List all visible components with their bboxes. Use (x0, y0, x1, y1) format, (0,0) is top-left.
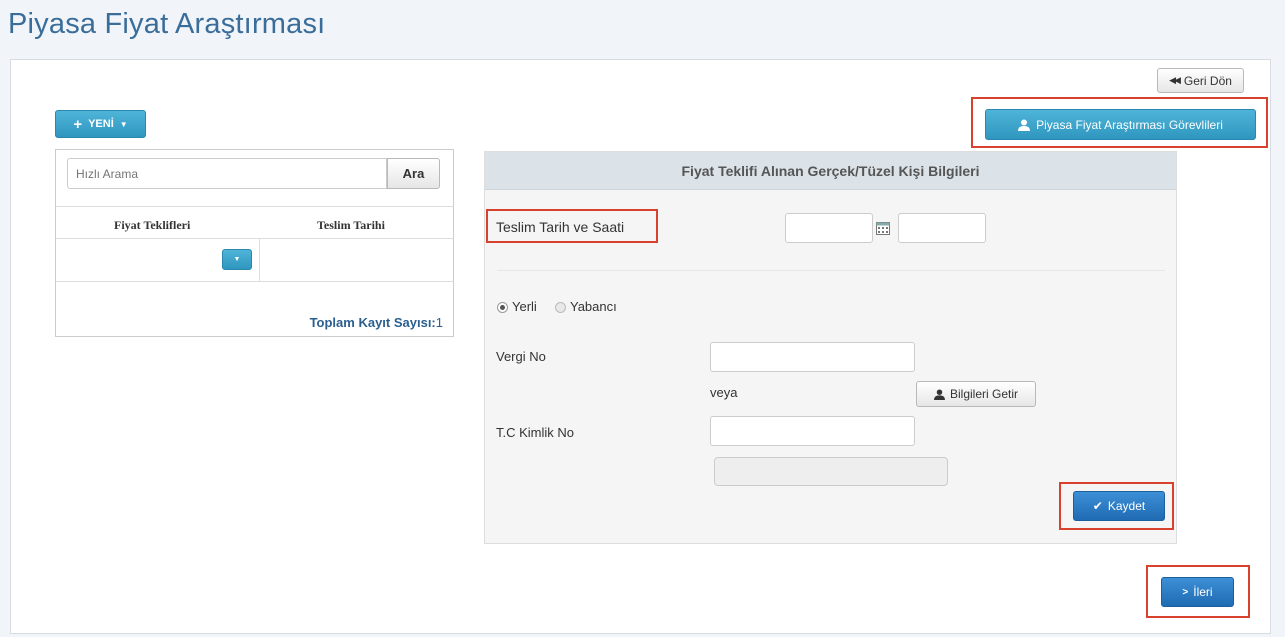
total-count-label: Toplam Kayıt Sayısı: (309, 315, 436, 330)
highlight-save (1059, 482, 1174, 530)
search-button-label: Ara (402, 166, 425, 181)
divider (56, 281, 453, 282)
total-count: Toplam Kayıt Sayısı:1 (310, 315, 443, 330)
tc-no-input[interactable] (710, 416, 915, 446)
delivery-date-input[interactable] (785, 213, 873, 243)
back-button[interactable]: ◀◀ Geri Dön (1157, 68, 1244, 93)
highlight-delivery-date (486, 209, 658, 243)
plus-icon: + (73, 115, 83, 133)
quote-list-panel: Ara Fiyat Teklifleri Teslim Tarihi ▼ Top… (55, 149, 454, 337)
calendar-icon[interactable] (876, 222, 890, 235)
highlight-staff (971, 97, 1268, 148)
search-input[interactable] (67, 158, 387, 189)
or-label: veya (710, 385, 738, 400)
radio-foreign-label: Yabancı (570, 299, 617, 314)
tax-no-input[interactable] (710, 342, 915, 372)
tc-no-label: T.C Kimlik No (496, 425, 575, 440)
divider (56, 238, 453, 239)
page-title: Piyasa Fiyat Araştırması (8, 8, 326, 40)
search-button[interactable]: Ara (387, 158, 440, 189)
highlight-next (1146, 565, 1250, 618)
caret-down-icon: ▼ (119, 119, 128, 129)
radio-local[interactable] (497, 302, 508, 313)
fetch-info-button-label: Bilgileri Getir (949, 387, 1018, 401)
total-count-value: 1 (435, 315, 443, 330)
tax-no-label: Vergi No (496, 349, 546, 364)
result-field (714, 457, 948, 486)
column-header-delivery-date: Teslim Tarihi (317, 218, 385, 232)
divider (259, 238, 260, 281)
caret-down-icon: ▼ (233, 256, 241, 263)
radio-foreign[interactable] (555, 302, 566, 313)
new-button-label: YENİ (88, 118, 114, 130)
column-header-quotes: Fiyat Teklifleri (114, 218, 191, 232)
row-dropdown-button[interactable]: ▼ (222, 249, 252, 270)
new-button[interactable]: + YENİ ▼ (55, 110, 146, 138)
rewind-icon: ◀◀ (1169, 75, 1181, 85)
user-icon (933, 388, 945, 400)
divider (497, 270, 1165, 271)
radio-local-label: Yerli (512, 299, 537, 314)
delivery-time-input[interactable] (898, 213, 986, 243)
back-button-label: Geri Dön (1183, 73, 1232, 88)
divider (56, 206, 453, 207)
fetch-info-button[interactable]: Bilgileri Getir (916, 381, 1036, 407)
form-header: Fiyat Teklifi Alınan Gerçek/Tüzel Kişi B… (485, 152, 1176, 190)
